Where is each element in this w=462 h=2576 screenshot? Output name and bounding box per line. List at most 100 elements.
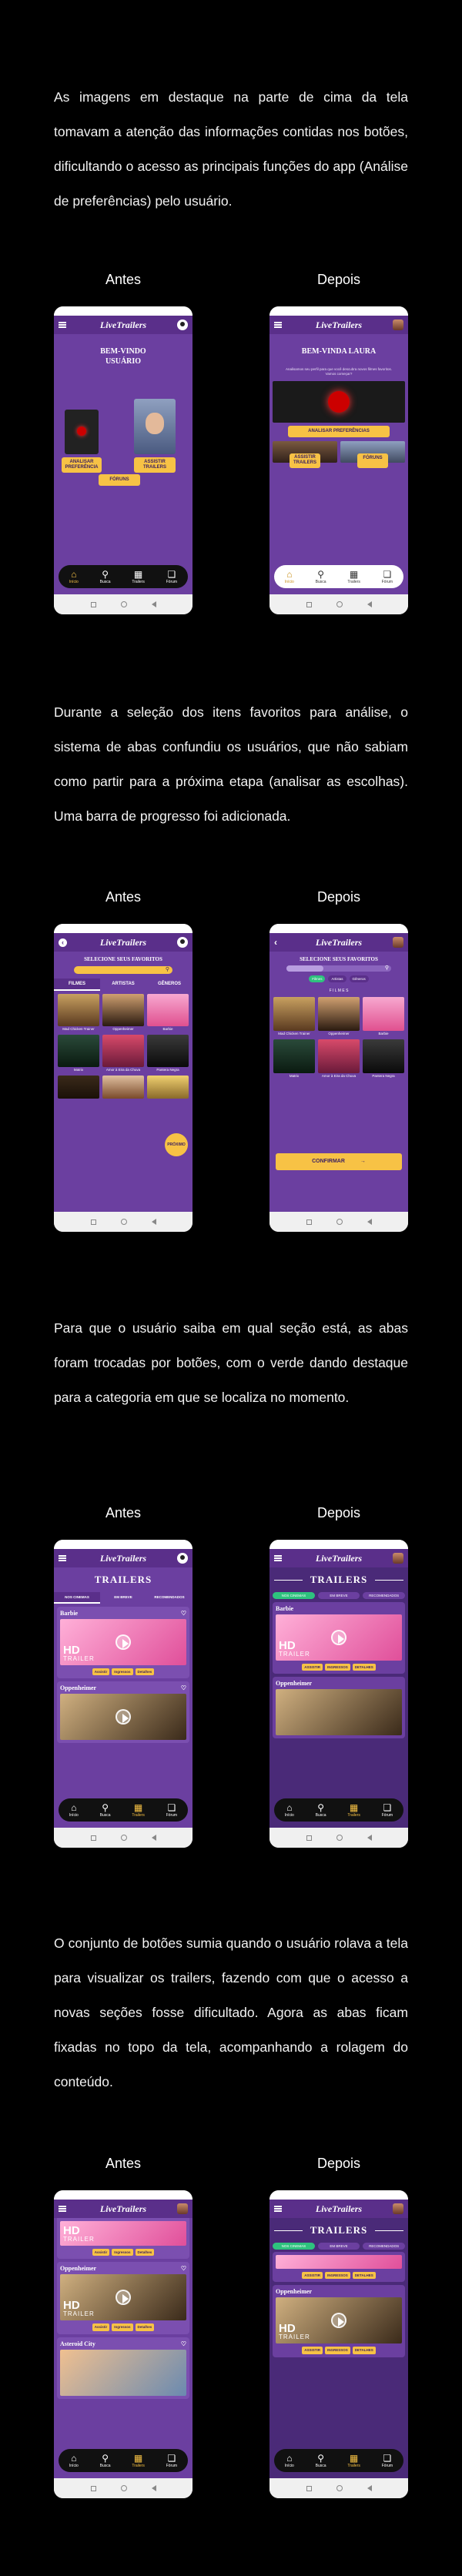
watch-button[interactable]: ASSISTIR (302, 1664, 323, 1671)
trailer-thumbnail[interactable] (60, 2349, 186, 2396)
menu-icon[interactable] (59, 1555, 66, 1561)
trailer-thumbnail[interactable]: HD TRAILER (276, 1614, 402, 1661)
poster-item[interactable] (58, 1076, 99, 1099)
poster-item[interactable]: Oppenheimer (318, 997, 360, 1036)
poster-item[interactable]: Matrix (273, 1039, 315, 1079)
nav-trailers[interactable]: ▦ Trailers (132, 569, 144, 584)
tab-recomendados[interactable]: RECOMENDADOS (363, 1592, 406, 1599)
tab-filmes[interactable]: Filmes (309, 975, 326, 982)
menu-icon[interactable] (274, 2206, 282, 2212)
watch-button[interactable]: ASSISTIR (302, 2347, 323, 2354)
trailer-thumbnail[interactable]: HD TRAILER (60, 2221, 186, 2246)
menu-icon[interactable] (274, 322, 282, 328)
nav-trailers[interactable]: ▦ Trailers (347, 1802, 360, 1818)
nav-home[interactable]: ⌂ Início (285, 1802, 294, 1818)
poster-item[interactable] (102, 1076, 144, 1099)
nav-trailers[interactable]: ▦ Trailers (347, 2453, 360, 2468)
nav-forum[interactable]: ❏ Fórum (166, 569, 177, 584)
avatar-icon[interactable] (177, 1553, 188, 1564)
trailer-thumbnail[interactable]: HD TRAILER (276, 2297, 402, 2344)
menu-icon[interactable] (59, 2206, 66, 2212)
avatar-photo[interactable] (393, 319, 403, 330)
watch-button[interactable]: ASSISTIR (302, 2272, 323, 2280)
poster-item[interactable]: Mad Chicken Trainer (273, 997, 315, 1036)
nav-home[interactable]: ⌂ Início (285, 2453, 294, 2468)
nav-search[interactable]: ⚲ Busca (100, 569, 111, 584)
poster-item[interactable]: Oppenheimer (102, 994, 144, 1032)
heart-icon[interactable]: ♡ (181, 2265, 186, 2272)
details-button[interactable]: Detalhes (135, 1668, 155, 1676)
heart-icon[interactable]: ♡ (181, 1684, 186, 1691)
tab-nos-cinemas[interactable]: NOS CINEMAS (273, 2243, 315, 2250)
tab-recomendados[interactable]: RECOMENDADOS (363, 2243, 406, 2250)
nav-trailers[interactable]: ▦ Trailers (132, 1802, 144, 1818)
watch-button[interactable]: Assistir (92, 2249, 110, 2257)
tickets-button[interactable]: INGRESSOS (325, 2347, 350, 2354)
nav-forum[interactable]: ❏ Fórum (382, 1802, 393, 1818)
forum-button[interactable]: FÓRUNS (357, 453, 388, 468)
poster-item[interactable]: Amor à Eira da Chuva (318, 1039, 360, 1079)
tab-recomendados[interactable]: RECOMENDADOS (146, 1592, 192, 1604)
nav-search[interactable]: ⚲ Busca (316, 569, 326, 584)
nav-search[interactable]: ⚲ Busca (100, 1802, 111, 1818)
tab-generos[interactable]: GÊNEROS (146, 979, 192, 991)
watch-trailers-button[interactable]: ASSISTIR TRAILERS (134, 457, 176, 473)
tab-em-breve[interactable]: EM BREVE (100, 1592, 146, 1604)
play-icon[interactable] (331, 2313, 346, 2329)
avatar-icon[interactable] (177, 937, 188, 948)
tickets-button[interactable]: Ingressos (112, 2249, 133, 2257)
heart-icon[interactable]: ♡ (181, 1610, 186, 1617)
poster-item[interactable] (147, 1076, 189, 1099)
play-icon[interactable] (116, 1634, 131, 1650)
nav-search[interactable]: ⚲ Busca (100, 2453, 111, 2468)
details-button[interactable]: DETALHES (352, 2347, 376, 2354)
heart-icon[interactable]: ♡ (181, 2340, 186, 2347)
tab-em-breve[interactable]: EM BREVE (317, 1592, 360, 1599)
poster-item[interactable]: Amor à Eira da Chuva (102, 1035, 144, 1072)
nav-home[interactable]: ⌂ Início (285, 569, 294, 584)
menu-icon[interactable] (274, 1555, 282, 1561)
nav-forum[interactable]: ❏ Fórum (382, 2453, 393, 2468)
play-icon[interactable] (116, 1709, 131, 1725)
avatar-photo[interactable] (393, 1553, 403, 1564)
poster-item[interactable]: Pantera Negra (363, 1039, 404, 1079)
nav-home[interactable]: ⌂ Início (69, 1802, 79, 1818)
poster-item[interactable]: Matrix (58, 1035, 99, 1072)
play-icon[interactable] (116, 2290, 131, 2306)
avatar-photo[interactable] (177, 2203, 188, 2214)
nav-forum[interactable]: ❏ Fórum (166, 2453, 177, 2468)
watch-trailers-button[interactable]: ASSISTIR TRAILERS (290, 453, 320, 468)
nav-trailers[interactable]: ▦ Trailers (132, 2453, 144, 2468)
tab-artistas[interactable]: Artistas (328, 975, 346, 982)
trailer-thumbnail[interactable] (276, 1689, 402, 1736)
analyze-preferences-button[interactable]: ANALISAR PREFERÊNCIAS (288, 426, 390, 438)
tab-em-breve[interactable]: EM BREVE (317, 2243, 360, 2250)
nav-search[interactable]: ⚲ Busca (316, 2453, 326, 2468)
poster-item[interactable]: Barbie (147, 994, 189, 1032)
nav-home[interactable]: ⌂ Início (69, 569, 79, 584)
tickets-button[interactable]: Ingressos (112, 2323, 133, 2331)
trailer-thumbnail[interactable] (276, 2255, 402, 2269)
nav-forum[interactable]: ❏ Fórum (166, 1802, 177, 1818)
details-button[interactable]: Detalhes (135, 2323, 155, 2331)
tab-artistas[interactable]: ARTISTAS (100, 979, 146, 991)
analyze-preference-button[interactable]: ANALISAR PREFERÊNCIA (62, 457, 102, 473)
trailer-thumbnail[interactable] (60, 1694, 186, 1741)
search-input[interactable]: ⚲ (74, 966, 172, 974)
confirm-button[interactable]: CONFIRMAR → (276, 1153, 402, 1171)
avatar-photo[interactable] (393, 2203, 403, 2214)
poster-item[interactable]: Barbie (363, 997, 404, 1036)
avatar-photo[interactable] (393, 937, 403, 948)
poster-item[interactable]: Pantera Negra (147, 1035, 189, 1072)
poster-item[interactable]: Mad Chicken Trainer (58, 994, 99, 1032)
tab-filmes[interactable]: FILMES (54, 979, 100, 991)
forum-button[interactable]: FÓRUNS (99, 474, 140, 487)
details-button[interactable]: Detalhes (135, 2249, 155, 2257)
watch-button[interactable]: Assistir (92, 1668, 110, 1676)
avatar-icon[interactable] (177, 319, 188, 330)
trailer-thumbnail[interactable]: HD TRAILER (60, 2274, 186, 2321)
tab-generos[interactable]: Gêneros (349, 975, 369, 982)
tickets-button[interactable]: Ingressos (112, 1668, 133, 1676)
details-button[interactable]: DETALHES (352, 2272, 376, 2280)
watch-button[interactable]: Assistir (92, 2323, 110, 2331)
